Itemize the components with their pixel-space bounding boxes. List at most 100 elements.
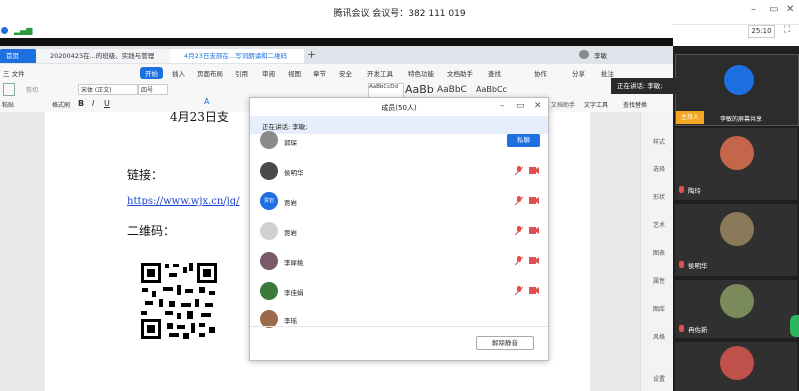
menu-layout[interactable]: 页面布局	[197, 68, 223, 78]
shield-icon	[1, 27, 8, 34]
menu-annotate[interactable]: 批注	[601, 68, 614, 78]
italic-icon[interactable]: I	[92, 99, 94, 108]
underline-icon[interactable]: U	[104, 99, 110, 108]
font-color-icon[interactable]: A	[204, 97, 209, 106]
member-name: 李瑶	[284, 317, 297, 325]
cut-button[interactable]: 剪切	[26, 85, 38, 94]
menu-security[interactable]: 安全	[339, 68, 352, 78]
paste-icon[interactable]	[3, 83, 15, 96]
camera-off-icon[interactable]	[529, 197, 539, 204]
right-tool-panel: 样式 选择 形状 艺术 图表 属性 图库 风格 设置	[640, 112, 674, 391]
share-border	[0, 38, 673, 46]
speaking-tooltip: 正在讲话: 李敏;	[611, 78, 679, 94]
member-row[interactable]: 贾岩 贾岩	[250, 186, 548, 216]
expand-handle-icon[interactable]	[790, 315, 799, 337]
side-theme[interactable]: 风格	[647, 332, 671, 341]
minimize-icon[interactable]: –	[500, 101, 505, 111]
signal-icon: ▂▄▆	[14, 26, 33, 35]
minimize-icon[interactable]: –	[751, 4, 756, 15]
font-select[interactable]: 宋体 (正文)	[78, 84, 138, 95]
menu-review[interactable]: 审阅	[262, 68, 275, 78]
camera-off-icon[interactable]	[529, 227, 539, 234]
side-select[interactable]: 选择	[647, 164, 671, 173]
menu-file[interactable]: 三 文件	[3, 68, 25, 78]
format-painter-button[interactable]: 格式刷	[52, 100, 70, 109]
menu-insert[interactable]: 插入	[172, 68, 185, 78]
side-shape[interactable]: 形状	[647, 192, 671, 201]
menu-start[interactable]: 开始	[140, 67, 163, 79]
wps-tab-bar: 首页 20200423在...的班级、实践与管理 4月23日支部在...写词朗诵…	[0, 46, 673, 64]
find-replace-button[interactable]: 查找替换	[623, 100, 647, 109]
member-row[interactable]: 李犀桃	[250, 246, 548, 276]
muted-mic-icon	[679, 325, 684, 332]
fullscreen-icon[interactable]: ⛶	[784, 25, 790, 35]
member-row[interactable]: 贾岩	[250, 216, 548, 246]
menu-share[interactable]: 分享	[572, 68, 585, 78]
participant-avatar	[720, 136, 754, 170]
camera-off-icon[interactable]	[529, 167, 539, 174]
tab-doc-2[interactable]: 4月23日支部在...写词朗诵和二维码	[170, 49, 304, 63]
side-settings[interactable]: 设置	[647, 374, 671, 383]
private-chat-button[interactable]: 私聊	[507, 134, 540, 147]
side-gallery[interactable]: 图库	[647, 304, 671, 313]
muted-mic-icon[interactable]	[515, 226, 523, 236]
link-label: 链接：	[127, 168, 164, 182]
host-video-tile[interactable]: 主持人 李敏的屏幕共享	[675, 54, 799, 126]
menu-chapter[interactable]: 章节	[313, 68, 326, 78]
muted-mic-icon[interactable]	[515, 196, 523, 206]
member-name: 贾岩	[284, 199, 297, 207]
participant-name: 侯明华	[688, 262, 708, 270]
member-avatar: 贾岩	[260, 192, 278, 210]
close-icon[interactable]: ✕	[534, 101, 542, 111]
host-share-label: 李敏的屏幕共享	[720, 116, 763, 123]
member-avatar	[260, 131, 278, 149]
wps-menu-bar: 三 文件 开始 插入 页面布局 引用 审阅 视图 章节 安全 开发工具 特色功能…	[0, 64, 673, 80]
menu-features[interactable]: 特色功能	[408, 68, 434, 78]
tab-home[interactable]: 首页	[0, 49, 36, 63]
member-name: 郭琛	[284, 139, 297, 147]
muted-mic-icon	[679, 186, 684, 193]
user-avatar-icon[interactable]	[579, 50, 589, 59]
side-style[interactable]: 样式	[647, 137, 671, 146]
muted-mic-icon[interactable]	[515, 256, 523, 266]
tab-doc-1[interactable]: 20200423在...的班级、实践与管理	[36, 49, 170, 63]
meeting-status-strip: ▂▄▆	[0, 24, 673, 38]
side-chart[interactable]: 图表	[647, 248, 671, 257]
participant-tile-4[interactable]	[675, 342, 797, 391]
camera-off-icon[interactable]	[529, 287, 539, 294]
member-row[interactable]: 侯明华	[250, 156, 548, 186]
camera-off-icon[interactable]	[529, 257, 539, 264]
menu-doc-assistant[interactable]: 文档助手	[447, 68, 473, 78]
menu-view[interactable]: 视图	[288, 68, 301, 78]
maximize-icon[interactable]: ▭	[769, 4, 778, 15]
menu-devtools[interactable]: 开发工具	[367, 68, 393, 78]
participant-tile-1[interactable]: 陶玲	[675, 128, 797, 200]
new-tab-icon[interactable]: +	[307, 48, 316, 61]
font-size-select[interactable]: 四号	[138, 84, 168, 95]
qr-label: 二维码：	[127, 224, 176, 238]
side-art[interactable]: 艺术	[647, 220, 671, 229]
participant-name: 冉佐新	[688, 326, 708, 334]
text-tools-button[interactable]: 文字工具	[584, 100, 608, 109]
member-avatar	[260, 222, 278, 240]
member-row[interactable]: 李佳娟	[250, 276, 548, 306]
maximize-icon[interactable]: ▭	[516, 101, 525, 111]
host-badge: 主持人	[676, 111, 704, 124]
doc-heading: 4月23日支	[170, 110, 229, 124]
paste-label[interactable]: 粘贴	[2, 100, 14, 109]
survey-link[interactable]: https://www.wjx.cn/jq/	[127, 196, 240, 207]
menu-reference[interactable]: 引用	[235, 68, 248, 78]
member-row[interactable]: 郭琛 私聊	[250, 128, 548, 158]
participant-tile-3[interactable]: 冉佐新	[675, 280, 797, 338]
muted-mic-icon[interactable]	[515, 166, 523, 176]
muted-mic-icon[interactable]	[515, 286, 523, 296]
unmute-all-button[interactable]: 解除静音	[476, 336, 534, 350]
close-icon[interactable]: ✕	[786, 4, 794, 15]
side-property[interactable]: 属性	[647, 276, 671, 285]
participant-tile-2[interactable]: 侯明华	[675, 204, 797, 276]
doc-assist-button[interactable]: 文档助手	[551, 100, 575, 109]
menu-find[interactable]: 查找	[488, 68, 501, 78]
member-row[interactable]: 李瑶	[250, 304, 548, 334]
bold-icon[interactable]: B	[78, 99, 84, 108]
menu-collab[interactable]: 协作	[534, 68, 547, 78]
